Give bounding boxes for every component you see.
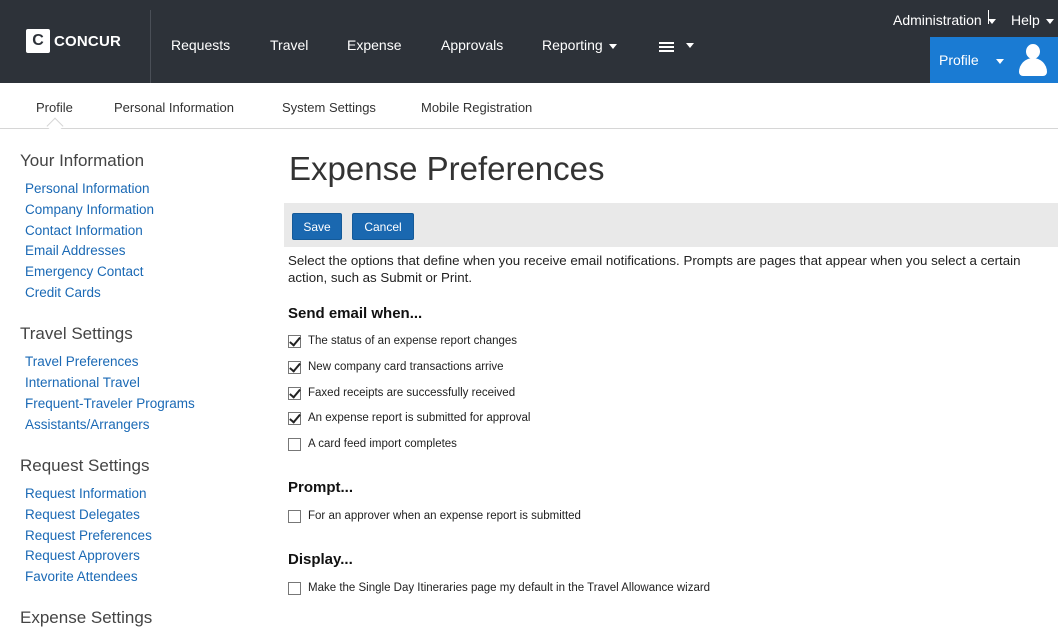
checkbox-checked[interactable] (288, 334, 301, 348)
sidebar-heading-your-information: Your Information (20, 151, 145, 170)
nav-reporting[interactable]: Reporting (542, 37, 617, 53)
intro-text: Select the options that define when you … (288, 253, 1021, 285)
sidebar-link-travel-preferences[interactable]: Travel Preferences (25, 354, 139, 369)
chevron-down-icon (996, 59, 1004, 64)
sidebar-link-international-travel[interactable]: International Travel (25, 375, 140, 390)
sidebar-link-credit-cards[interactable]: Credit Cards (25, 285, 101, 300)
subnav-profile[interactable]: Profile (36, 100, 73, 115)
checkbox-unchecked[interactable] (288, 437, 301, 451)
subnav-personal-information[interactable]: Personal Information (114, 100, 234, 115)
option-label: Make the Single Day Itineraries page my … (308, 582, 711, 594)
option-approver-prompt[interactable]: For an approver when an expense report i… (288, 508, 581, 524)
checkbox-unchecked[interactable] (288, 581, 301, 595)
profile-button-label: Profile (939, 52, 979, 68)
checkbox-checked[interactable] (288, 411, 301, 425)
nav-reporting-label: Reporting (542, 37, 603, 53)
sidebar-link-request-delegates[interactable]: Request Delegates (25, 507, 140, 522)
sidebar-link-assistants-arrangers[interactable]: Assistants/Arrangers (25, 417, 150, 432)
section-heading-display: Display... (288, 551, 353, 568)
sidebar-heading-travel-settings: Travel Settings (20, 324, 133, 343)
sidebar-link-email-addresses[interactable]: Email Addresses (25, 243, 126, 258)
concur-logo-text: CONCUR (54, 32, 122, 50)
option-submitted-for-approval[interactable]: An expense report is submitted for appro… (288, 410, 530, 426)
nav-expense[interactable]: Expense (347, 37, 401, 53)
top-navigation-bar: C CONCUR Requests Travel Expense Approva… (0, 0, 1058, 83)
checkbox-unchecked[interactable] (288, 509, 301, 523)
sidebar-heading-request-settings: Request Settings (20, 456, 150, 475)
chevron-down-icon[interactable] (686, 43, 694, 48)
chevron-down-icon (608, 43, 617, 49)
sidebar-link-company-information[interactable]: Company Information (25, 202, 154, 217)
sidebar-link-emergency-contact[interactable]: Emergency Contact (25, 264, 144, 279)
logo-divider (150, 10, 151, 83)
page-title: Expense Preferences (289, 150, 605, 187)
option-label: New company card transactions arrive (308, 361, 504, 373)
administration-label: Administration (893, 12, 982, 28)
sidebar-heading-expense-settings: Expense Settings (20, 608, 153, 627)
option-label: Faxed receipts are successfully received (308, 387, 516, 399)
sidebar-link-personal-information[interactable]: Personal Information (25, 181, 150, 196)
action-toolbar: Save Cancel (284, 203, 1058, 247)
sidebar-link-favorite-attendees[interactable]: Favorite Attendees (25, 569, 138, 584)
nav-travel[interactable]: Travel (270, 37, 308, 53)
section-heading-prompt: Prompt... (288, 479, 354, 496)
option-card-transactions[interactable]: New company card transactions arrive (288, 359, 504, 375)
help-label: Help (1011, 12, 1040, 28)
option-single-day-itineraries-default[interactable]: Make the Single Day Itineraries page my … (288, 580, 710, 596)
help-menu[interactable]: Help (1011, 12, 1054, 28)
profile-menu-button[interactable]: Profile (930, 37, 1058, 83)
cancel-button[interactable]: Cancel (352, 213, 414, 240)
option-label: An expense report is submitted for appro… (308, 412, 531, 424)
option-card-feed-import[interactable]: A card feed import completes (288, 436, 457, 452)
administration-menu[interactable]: Administration (893, 12, 996, 28)
checkbox-checked[interactable] (288, 386, 301, 400)
nav-approvals[interactable]: Approvals (441, 37, 503, 53)
hamburger-menu-icon[interactable] (659, 42, 674, 54)
section-heading-send-email: Send email when... (288, 305, 423, 322)
subnav-mobile-registration[interactable]: Mobile Registration (421, 100, 532, 115)
sidebar-link-request-preferences[interactable]: Request Preferences (25, 528, 152, 543)
checkbox-checked[interactable] (288, 360, 301, 374)
save-button[interactable]: Save (292, 213, 342, 240)
option-label: For an approver when an expense report i… (308, 510, 581, 522)
settings-sidebar: Your Information Personal Information Co… (0, 130, 260, 627)
concur-logo-mark: C (26, 29, 50, 53)
chevron-down-icon (1045, 18, 1054, 24)
utility-separator (988, 10, 989, 24)
concur-logo[interactable]: C CONCUR (26, 28, 121, 54)
sidebar-link-request-information[interactable]: Request Information (25, 486, 147, 501)
user-avatar-icon (1019, 44, 1047, 76)
nav-requests[interactable]: Requests (171, 37, 230, 53)
profile-subnav: Profile Personal Information System Sett… (0, 83, 1058, 135)
sidebar-link-contact-information[interactable]: Contact Information (25, 223, 143, 238)
subnav-system-settings[interactable]: System Settings (282, 100, 376, 115)
option-label: The status of an expense report changes (308, 335, 518, 347)
option-label: A card feed import completes (308, 438, 457, 450)
sidebar-link-frequent-traveler-programs[interactable]: Frequent-Traveler Programs (25, 396, 195, 411)
option-status-changes[interactable]: The status of an expense report changes (288, 333, 517, 349)
sidebar-link-request-approvers[interactable]: Request Approvers (25, 548, 140, 563)
option-faxed-receipts[interactable]: Faxed receipts are successfully received (288, 385, 515, 401)
